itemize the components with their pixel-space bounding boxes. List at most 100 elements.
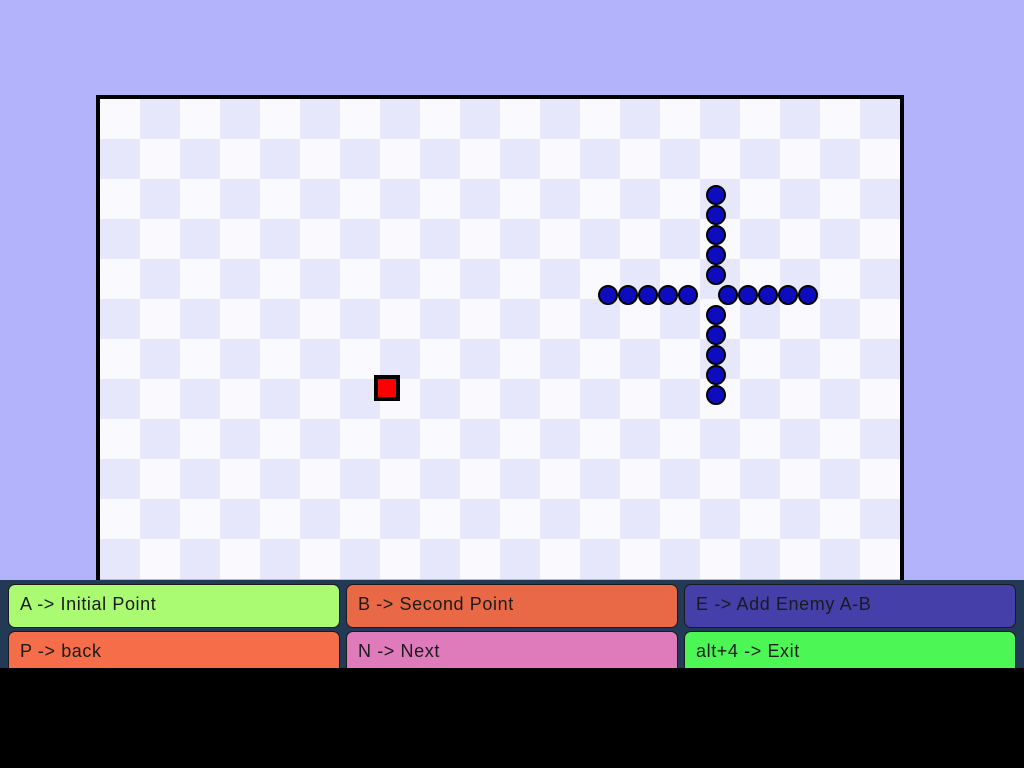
grid-cell[interactable]	[540, 139, 580, 179]
grid-cell[interactable]	[380, 99, 420, 139]
grid-cell[interactable]	[460, 459, 500, 499]
grid-cell[interactable]	[860, 339, 900, 379]
grid-cell[interactable]	[300, 179, 340, 219]
grid-cell[interactable]	[580, 459, 620, 499]
grid-cell[interactable]	[540, 459, 580, 499]
grid-cell[interactable]	[620, 139, 660, 179]
grid-cell[interactable]	[820, 419, 860, 459]
grid-cell[interactable]	[820, 379, 860, 419]
grid-cell[interactable]	[100, 139, 140, 179]
grid-cell[interactable]	[780, 139, 820, 179]
grid-cell[interactable]	[820, 259, 860, 299]
grid-cell[interactable]	[660, 499, 700, 539]
grid-cell[interactable]	[100, 379, 140, 419]
grid-cell[interactable]	[500, 499, 540, 539]
grid-cell[interactable]	[420, 539, 460, 579]
grid-cell[interactable]	[180, 499, 220, 539]
grid-cell[interactable]	[420, 379, 460, 419]
grid-cell[interactable]	[820, 219, 860, 259]
grid-cell[interactable]	[820, 459, 860, 499]
grid-cell[interactable]	[700, 459, 740, 499]
grid-cell[interactable]	[580, 539, 620, 579]
grid-cell[interactable]	[700, 99, 740, 139]
grid-cell[interactable]	[780, 379, 820, 419]
grid-cell[interactable]	[220, 219, 260, 259]
grid-cell[interactable]	[180, 179, 220, 219]
grid-cell[interactable]	[340, 179, 380, 219]
grid-cell[interactable]	[260, 299, 300, 339]
grid-cell[interactable]	[660, 99, 700, 139]
grid-cell[interactable]	[580, 179, 620, 219]
grid-cell[interactable]	[420, 219, 460, 259]
grid-cell[interactable]	[660, 339, 700, 379]
grid-cell[interactable]	[860, 99, 900, 139]
grid-cell[interactable]	[500, 139, 540, 179]
grid-cell[interactable]	[180, 459, 220, 499]
grid-cell[interactable]	[740, 539, 780, 579]
grid-cell[interactable]	[540, 379, 580, 419]
grid-cell[interactable]	[460, 219, 500, 259]
grid-cell[interactable]	[140, 139, 180, 179]
grid-cell[interactable]	[460, 539, 500, 579]
grid-cell[interactable]	[140, 99, 180, 139]
grid-cell[interactable]	[500, 339, 540, 379]
grid-cell[interactable]	[260, 499, 300, 539]
grid-cell[interactable]	[860, 219, 900, 259]
grid-cell[interactable]	[580, 419, 620, 459]
grid-cell[interactable]	[740, 499, 780, 539]
grid-cell[interactable]	[140, 179, 180, 219]
grid-cell[interactable]	[100, 539, 140, 579]
grid-cell[interactable]	[140, 299, 180, 339]
grid-cell[interactable]	[180, 539, 220, 579]
grid-cell[interactable]	[340, 499, 380, 539]
grid-cell[interactable]	[860, 459, 900, 499]
grid-cell[interactable]	[780, 419, 820, 459]
grid-cell[interactable]	[420, 459, 460, 499]
grid-cell[interactable]	[140, 339, 180, 379]
level-editor-board[interactable]	[96, 95, 904, 580]
grid-cell[interactable]	[340, 419, 380, 459]
grid-cell[interactable]	[340, 299, 380, 339]
grid-cell[interactable]	[860, 259, 900, 299]
grid-cell[interactable]	[420, 99, 460, 139]
grid-cell[interactable]	[260, 219, 300, 259]
grid-cell[interactable]	[620, 499, 660, 539]
grid-cell[interactable]	[580, 339, 620, 379]
grid-cell[interactable]	[860, 299, 900, 339]
grid-cell[interactable]	[100, 99, 140, 139]
grid-cell[interactable]	[300, 459, 340, 499]
grid-cell[interactable]	[260, 139, 300, 179]
grid-cell[interactable]	[740, 139, 780, 179]
grid-cell[interactable]	[180, 379, 220, 419]
grid-cell[interactable]	[340, 539, 380, 579]
grid-cell[interactable]	[380, 539, 420, 579]
grid-cell[interactable]	[740, 379, 780, 419]
grid-cell[interactable]	[100, 299, 140, 339]
grid-cell[interactable]	[300, 139, 340, 179]
grid-cell[interactable]	[540, 179, 580, 219]
grid-cell[interactable]	[700, 539, 740, 579]
grid-cell[interactable]	[740, 339, 780, 379]
grid-cell[interactable]	[820, 339, 860, 379]
exit-button[interactable]: alt+4 -> Exit	[684, 631, 1016, 671]
grid-cell[interactable]	[860, 499, 900, 539]
grid-cell[interactable]	[500, 179, 540, 219]
grid-cell[interactable]	[260, 459, 300, 499]
grid-cell[interactable]	[420, 139, 460, 179]
grid-cell[interactable]	[220, 259, 260, 299]
grid-cell[interactable]	[380, 339, 420, 379]
grid-cell[interactable]	[860, 419, 900, 459]
grid-cell[interactable]	[700, 419, 740, 459]
grid-cell[interactable]	[780, 299, 820, 339]
grid-cell[interactable]	[620, 339, 660, 379]
grid-cell[interactable]	[420, 499, 460, 539]
grid-cell[interactable]	[220, 499, 260, 539]
grid-cell[interactable]	[580, 139, 620, 179]
grid-cell[interactable]	[140, 379, 180, 419]
grid-cell[interactable]	[660, 539, 700, 579]
grid-cell[interactable]	[500, 539, 540, 579]
grid-cell[interactable]	[260, 179, 300, 219]
grid-cell[interactable]	[660, 459, 700, 499]
grid-cell[interactable]	[620, 379, 660, 419]
grid-cell[interactable]	[180, 219, 220, 259]
